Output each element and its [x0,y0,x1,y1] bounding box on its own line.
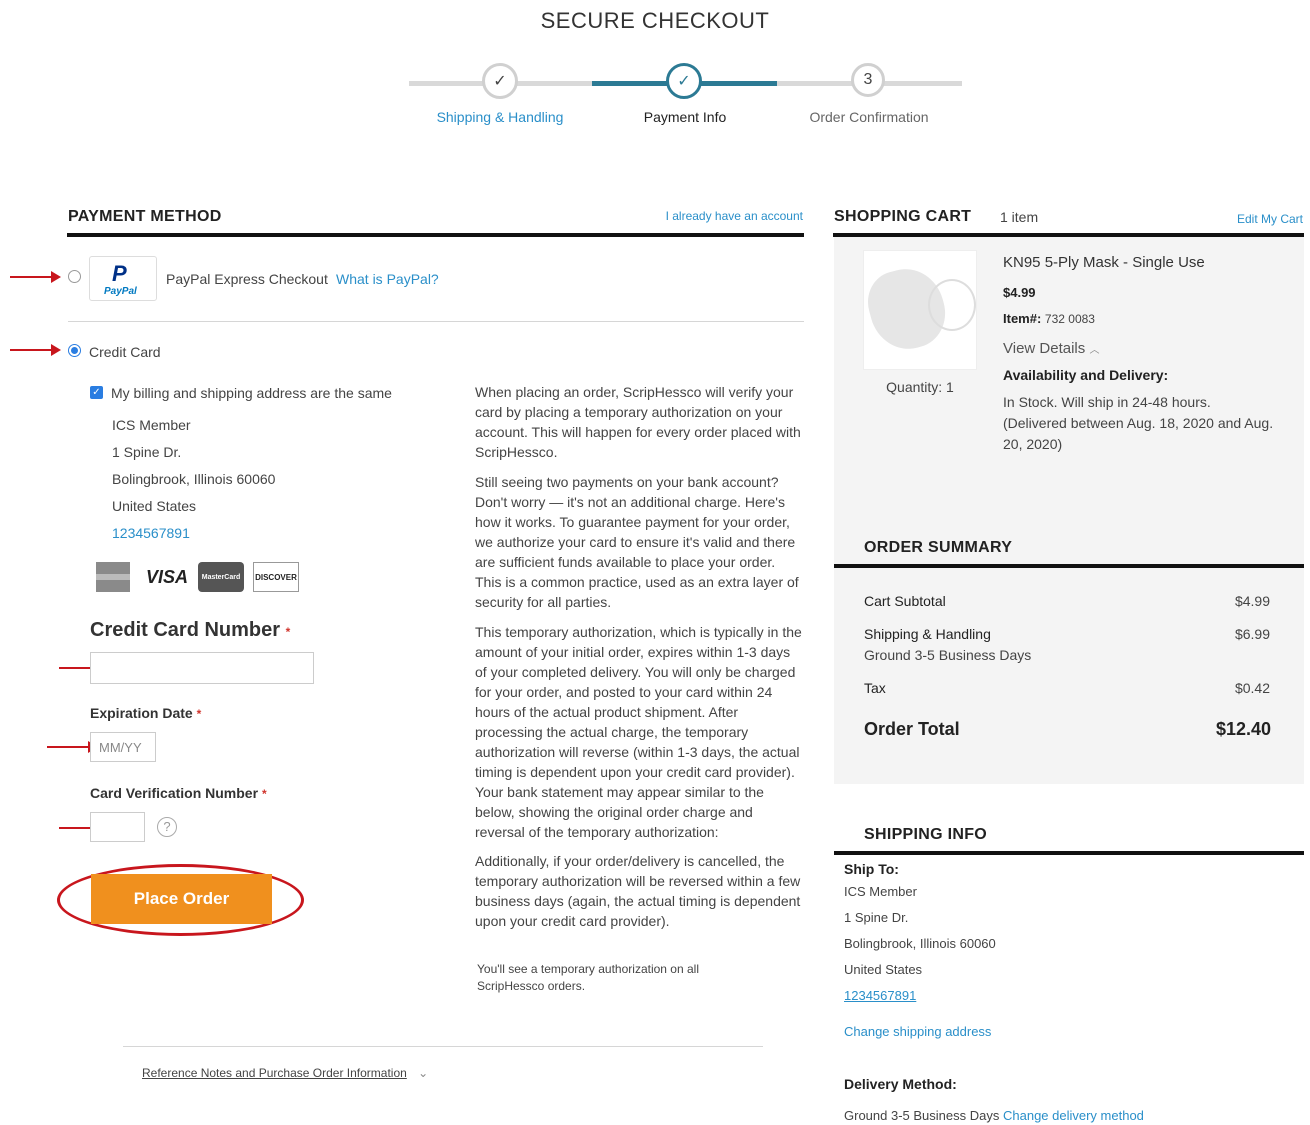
cvv-label: Card Verification Number * [90,785,267,801]
place-order-button[interactable]: Place Order [91,874,272,924]
edit-cart-link[interactable]: Edit My Cart [1200,212,1303,226]
paypal-label: PayPal Express Checkout [166,271,328,287]
credit-card-radio[interactable] [68,344,81,357]
reference-divider [123,1046,763,1047]
expiration-input[interactable]: MM/YY [90,732,156,762]
cart-item-count: 1 item [1000,209,1039,225]
tax-label: Tax [864,680,886,696]
cvv-input[interactable] [90,812,145,842]
help-icon[interactable]: ? [157,817,177,837]
subtotal-value: $4.99 [1234,593,1270,609]
change-shipping-address-link[interactable]: Change shipping address [844,1024,991,1039]
amex-card-icon [96,562,130,592]
product-image [860,250,977,370]
item-quantity: Quantity: 1 [886,379,954,395]
item-price: $4.99 [1003,285,1036,300]
tax-value: $0.42 [1234,680,1270,696]
subtotal-label: Cart Subtotal [864,593,946,609]
page-title: SECURE CHECKOUT [540,8,770,33]
discover-card-icon: DISCOVER [253,562,299,592]
authorization-footnote: You'll see a temporary authorization on … [477,962,699,993]
delivery-method-line: Ground 3-5 Business Days Change delivery… [844,1108,1144,1123]
item-number: Item#: 732 0083 [1003,311,1095,326]
info-paragraph-1: When placing an order, ScripHessco will … [475,384,801,460]
item-name: KN95 5-Ply Mask - Single Use [1003,254,1205,271]
step-3-number: 3 [851,63,885,97]
step-1-check-icon: ✓ [482,63,518,99]
account-link[interactable]: I already have an account [600,209,803,223]
ship-city: Bolingbrook, Illinois 60060 [844,936,996,951]
billing-phone[interactable]: 1234567891 [112,525,190,541]
shopping-cart-title: SHOPPING CART [834,208,972,225]
shipping-info-title: SHIPPING INFO [864,826,988,843]
chevron-down-icon: ⌄ [418,1066,429,1080]
step-2-check-icon: ✓ [666,63,702,99]
shipping-label: Shipping & Handling [864,626,991,642]
billing-name: ICS Member [112,417,191,433]
shipping-method: Ground 3-5 Business Days [864,647,1032,663]
card-number-input[interactable] [90,652,314,684]
visa-card-icon: VISA [145,566,188,587]
annotation-arrow-paypal [10,271,61,283]
annotation-arrow-expiration [47,741,98,753]
paypal-radio[interactable] [68,270,81,283]
availability-title: Availability and Delivery: [1003,367,1169,383]
order-total-value: $12.40 [1215,719,1271,739]
card-number-label: Credit Card Number * [90,619,291,641]
order-summary-title: ORDER SUMMARY [864,539,1013,556]
payment-divider [67,233,804,237]
paypal-divider [68,321,804,322]
what-is-paypal-link[interactable]: What is PayPal? [336,271,439,287]
step-confirmation-label: Order Confirmation [809,109,929,125]
view-details-toggle[interactable]: View Details ︿ [1003,340,1099,357]
billing-country: United States [112,498,197,514]
paypal-logo-text: PayPal [104,286,137,297]
info-paragraph-2: Still seeing two payments on your bank a… [475,474,799,610]
same-address-label: My billing and shipping address are the … [111,385,392,401]
availability-text: In Stock. Will ship in 24-48 hours. (Del… [1003,394,1274,452]
ship-country: United States [844,962,923,977]
change-delivery-method-link[interactable]: Change delivery method [1003,1108,1144,1123]
payment-method-title: PAYMENT METHOD [68,208,222,225]
step-payment-label: Payment Info [643,109,727,125]
delivery-method-label: Delivery Method: [844,1076,957,1092]
info-paragraph-3: This temporary authorization, which is t… [475,624,802,840]
ship-name: ICS Member [844,884,917,899]
billing-city: Bolingbrook, Illinois 60060 [112,471,276,487]
chevron-up-icon: ︿ [1089,345,1100,356]
expiration-label: Expiration Date * [90,705,202,721]
paypal-logo: P PayPal [89,256,157,301]
ship-street: 1 Spine Dr. [844,910,909,925]
ship-to-label: Ship To: [844,861,899,877]
order-total-label: Order Total [864,719,960,739]
reference-link[interactable]: Reference Notes and Purchase Order Infor… [142,1066,428,1080]
mastercard-icon: MasterCard [198,562,244,592]
step-shipping-link[interactable]: Shipping & Handling [400,109,600,125]
credit-card-label: Credit Card [89,344,161,360]
info-paragraph-4: Additionally, if your order/delivery is … [475,853,801,929]
same-address-checkbox[interactable]: ✓ [90,386,103,399]
shipping-value: $6.99 [1234,626,1270,642]
ship-phone[interactable]: 1234567891 [844,988,916,1003]
shipping-info-divider [834,851,1304,855]
mask-strap [928,279,976,331]
summary-divider [834,564,1304,568]
annotation-arrow-credit [10,344,61,356]
billing-street: 1 Spine Dr. [112,444,182,460]
